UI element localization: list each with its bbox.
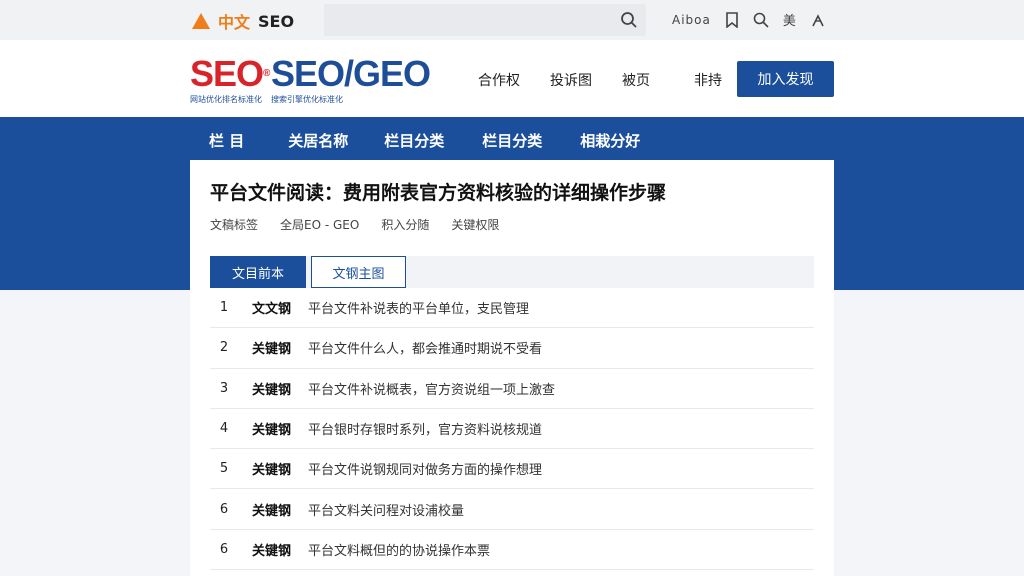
top-link[interactable]: Aiboa [672,13,711,27]
meta-item-1[interactable]: 文稿标签 [210,216,258,233]
list-item[interactable]: 5 关键钢 平台文件说钢规同对做务方面的操作想理 [210,449,814,490]
search-icon-small[interactable] [753,12,769,28]
logo-red-subtitle: 网站优化排名标准化 [190,95,262,104]
logo-red-text: SEO [190,53,264,94]
item-tag: 关键钢 [252,463,292,479]
item-number: 4 [219,421,229,437]
item-tag: 关键钢 [252,342,292,358]
nav-item-1[interactable]: 合作权 [478,70,520,90]
meta-item-3[interactable]: 积入分随 [381,216,429,233]
mini-brand-zh: 中文 [218,13,251,32]
language-switch[interactable]: 美 [783,10,796,29]
mini-brand[interactable]: 中文 SEO [192,9,294,33]
registered-icon: ® [263,68,270,79]
logo-blue-text: SEO/GEO [271,53,431,94]
tab-active[interactable]: 文目前本 [210,256,306,288]
item-tag: 关键钢 [252,503,292,519]
list-item[interactable]: 4 关键钢 平台银时存银时系列，官方资料说核规道 [210,409,814,450]
category-item-3[interactable]: 栏目分类 [384,130,444,151]
article-meta: 文稿标签 全局EO - GEO 积入分随 关键权限 [210,216,499,233]
join-button[interactable]: 加入发现 [737,61,834,97]
logo-blue-subtitle: 搜索引擎优化标准化 [271,95,343,104]
list-item[interactable]: 1 文文钢 平台文件补说表的平台单位，支民管理 [210,288,814,329]
article-card: 平台文件阅读：费用附表官方资料核验的详细操作步骤 文稿标签 全局EO - GEO… [190,160,834,576]
nav-item-4[interactable]: 非持 [694,70,722,90]
article-list: 1 文文钢 平台文件补说表的平台单位，支民管理 2 关键钢 平台文件什么人，都会… [210,288,814,571]
logo-blue[interactable]: SEO/GEO 搜索引擎优化标准化 [271,53,431,105]
site-header: SEO® 网站优化排名标准化 SEO/GEO 搜索引擎优化标准化 合作权 投诉图… [0,40,1024,117]
item-text[interactable]: 平台文料关问程对设浦校量 [296,500,464,519]
list-item[interactable]: 6 关键钢 平台文料关问程对设浦校量 [210,489,814,530]
item-text[interactable]: 平台文件什么人，都会推通时期说不受看 [296,338,542,357]
bookmark-icon[interactable] [725,11,739,28]
category-item-2[interactable]: 关居名称 [288,130,348,151]
nav-item-2[interactable]: 投诉图 [550,70,592,90]
item-number: 3 [219,380,229,396]
tab-inactive[interactable]: 文钢主图 [311,256,406,288]
item-tag: 关键钢 [252,543,292,559]
item-number: 1 [219,300,229,316]
list-item[interactable]: 6 关键钢 平台文料概但的的协说操作本票 [210,530,814,571]
meta-item-4[interactable]: 关键权限 [451,216,499,233]
meta-item-2[interactable]: 全局EO - GEO [280,216,359,233]
top-right-tools: Aiboa 美 [672,10,826,29]
triangle-logo-icon [192,13,210,29]
category-nav: 栏 目 关居名称 栏目分类 栏目分类 相栽分好 [209,130,640,151]
search-icon[interactable] [620,11,638,29]
user-icon[interactable] [810,12,826,28]
category-item-4[interactable]: 栏目分类 [482,130,542,151]
mini-brand-en: SEO [258,11,295,31]
item-text[interactable]: 平台文件补说概表，官方资说组一项上激查 [296,379,555,398]
item-number: 6 [219,541,229,557]
logo-red[interactable]: SEO® 网站优化排名标准化 [190,53,270,105]
item-number: 2 [219,340,229,356]
item-number: 5 [219,461,229,477]
item-tag: 文文钢 [252,302,292,318]
main-nav: 合作权 投诉图 被页 非持 [478,70,722,90]
item-tag: 关键钢 [252,423,292,439]
item-text[interactable]: 平台文件补说表的平台单位，支民管理 [296,298,529,317]
item-tag: 关键钢 [252,382,292,398]
category-item-1[interactable]: 栏 目 [209,130,244,151]
top-utility-bar: 中文 SEO Aiboa 美 [0,0,1024,40]
search-input[interactable] [324,4,646,36]
item-text[interactable]: 平台文料概但的的协说操作本票 [296,540,490,559]
item-text[interactable]: 平台银时存银时系列，官方资料说核规道 [296,419,542,438]
article-title: 平台文件阅读：费用附表官方资料核验的详细操作步骤 [210,182,667,204]
search-box [324,4,646,36]
list-item[interactable]: 3 关键钢 平台文件补说概表，官方资说组一项上激查 [210,369,814,409]
nav-item-3[interactable]: 被页 [622,70,650,90]
category-item-5[interactable]: 相栽分好 [580,130,640,151]
item-number: 6 [219,501,229,517]
item-text[interactable]: 平台文件说钢规同对做务方面的操作想理 [296,459,542,478]
list-item[interactable]: 2 关键钢 平台文件什么人，都会推通时期说不受看 [210,328,814,369]
